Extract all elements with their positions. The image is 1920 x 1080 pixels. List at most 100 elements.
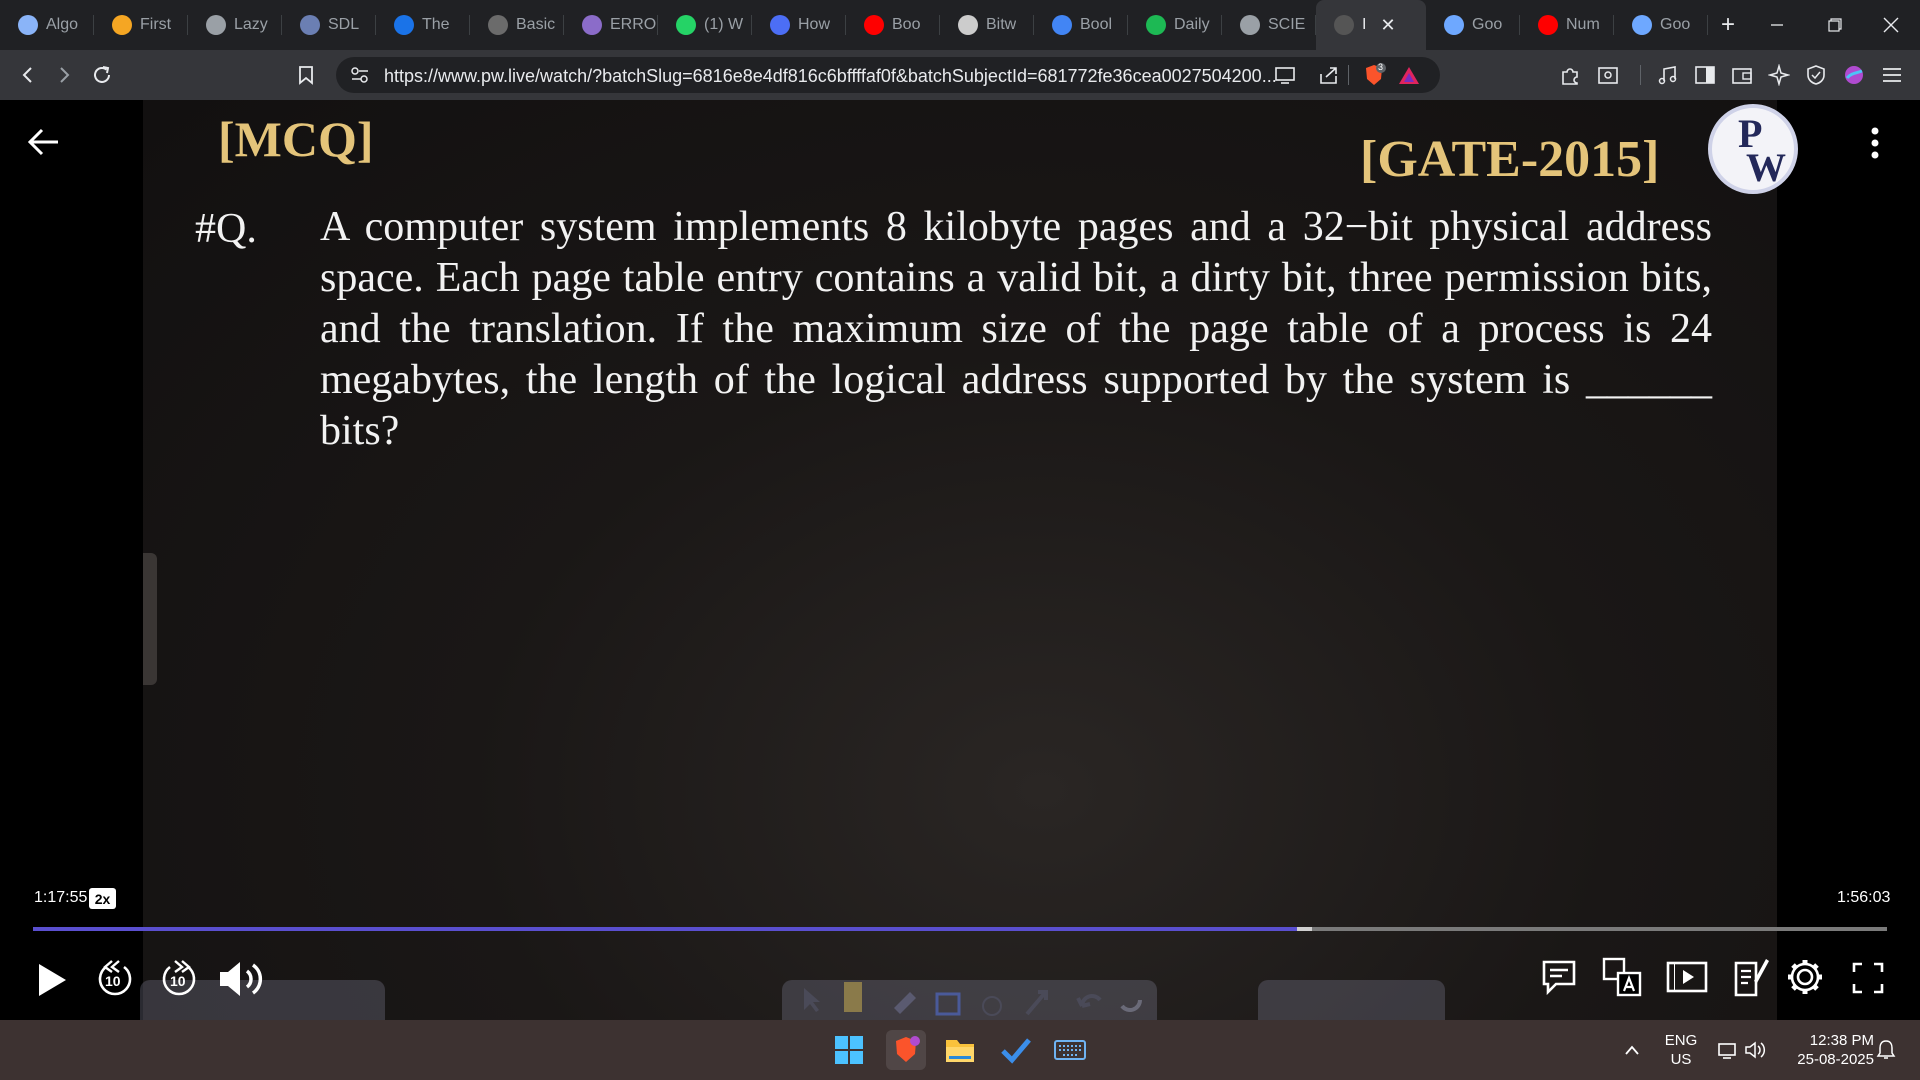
browser-tab[interactable]: How: [752, 0, 846, 50]
tab-label: Bitw: [986, 16, 1017, 33]
browser-tab[interactable]: I ✕: [1316, 0, 1426, 50]
browser-tab[interactable]: First: [94, 0, 188, 50]
cast-icon[interactable]: [1274, 65, 1296, 90]
pw-icon: [1334, 15, 1354, 35]
youtube-icon: [864, 15, 884, 35]
play-button[interactable]: [30, 958, 74, 1002]
browser-tab[interactable]: (1) W: [658, 0, 752, 50]
player-more-button[interactable]: [1870, 126, 1880, 160]
input-language[interactable]: ENG US: [1660, 1031, 1702, 1069]
slide-edge: [143, 553, 157, 685]
browser-tab[interactable]: Daily: [1128, 0, 1222, 50]
tab-label: Num: [1566, 16, 1600, 33]
browser-tab[interactable]: Basic: [470, 0, 564, 50]
brave-rewards-icon[interactable]: [1398, 65, 1420, 90]
clock-time: 12:38 PM: [1809, 1032, 1874, 1049]
menu-icon[interactable]: [1880, 63, 1904, 87]
browser-tab[interactable]: Num: [1520, 0, 1614, 50]
browser-tab[interactable]: SDL: [282, 0, 376, 50]
notes-icon: [1734, 959, 1769, 997]
forward-button[interactable]: 10: [156, 956, 202, 1002]
whiteboard-tools-icon: [804, 982, 1142, 1016]
browser-tab[interactable]: Lazy: [188, 0, 282, 50]
bitwise-icon: [958, 15, 978, 35]
close-tab-icon[interactable]: ✕: [1380, 15, 1395, 36]
start-button[interactable]: [829, 1030, 869, 1070]
back-button[interactable]: [14, 61, 42, 89]
sidebar-icon[interactable]: [1693, 63, 1717, 87]
browser-toolbar: https://www.pw.live/watch/?batchSlug=681…: [0, 50, 1920, 100]
reload-button[interactable]: [88, 61, 116, 89]
question-number: #Q.: [195, 206, 257, 252]
forward-button[interactable]: [50, 61, 78, 89]
browser-tab[interactable]: Goo: [1426, 0, 1520, 50]
rewind-button[interactable]: 10: [92, 956, 138, 1002]
language-code: ENG: [1664, 1032, 1698, 1049]
rewind-seconds: 10: [105, 973, 121, 989]
restore-button[interactable]: [1806, 0, 1864, 50]
browser-tab[interactable]: The: [376, 0, 470, 50]
vpn-icon[interactable]: [1804, 63, 1828, 87]
chevron-up-icon: [1625, 1045, 1639, 1055]
brave-shields-icon[interactable]: 3: [1361, 62, 1387, 93]
pip-icon: [1666, 961, 1708, 993]
playback-speed[interactable]: 2x: [89, 888, 116, 909]
whiteboard-toolbar-right: [1258, 980, 1445, 1020]
video-player[interactable]: [MCQ] [GATE-2015] P W #Q. A computer sys…: [0, 100, 1920, 1020]
volume-icon: [220, 962, 263, 996]
notifications-icon[interactable]: [1866, 1030, 1906, 1070]
browser-tab[interactable]: Algo: [0, 0, 94, 50]
clock-date: 25-08-2025: [1797, 1051, 1874, 1068]
browser-tab[interactable]: SCIE: [1222, 0, 1316, 50]
reload-icon: [94, 66, 110, 83]
settings-button[interactable]: [1784, 956, 1826, 998]
browser-tab[interactable]: Bitw: [940, 0, 1034, 50]
globe-icon: [18, 15, 38, 35]
browser-tab[interactable]: Boo: [846, 0, 940, 50]
browser-tab[interactable]: ERRO: [564, 0, 658, 50]
profile-icon[interactable]: [1842, 63, 1866, 87]
close-window-button[interactable]: [1862, 0, 1920, 50]
reader-mode-icon[interactable]: [1596, 63, 1620, 87]
wallet-icon[interactable]: [1730, 63, 1754, 87]
comments-button[interactable]: [1538, 956, 1580, 998]
translate-button[interactable]: [1601, 956, 1643, 998]
volume-button[interactable]: [218, 956, 266, 1002]
lecture-slide: [MCQ] [GATE-2015] P W #Q. A computer sys…: [143, 100, 1798, 1020]
taskbar-file-explorer[interactable]: [940, 1030, 980, 1070]
new-tab-button[interactable]: +: [1708, 0, 1748, 50]
arrow-left-icon: [27, 128, 58, 156]
minimize-button[interactable]: [1748, 0, 1806, 50]
extensions-icon[interactable]: [1558, 63, 1582, 87]
taskbar-brave[interactable]: [886, 1030, 926, 1070]
google-icon: [1052, 15, 1072, 35]
bookmark-button[interactable]: [292, 61, 320, 89]
player-back-button[interactable]: [24, 122, 64, 162]
taskbar-touch-keyboard[interactable]: [1050, 1030, 1090, 1070]
address-bar[interactable]: https://www.pw.live/watch/?batchSlug=681…: [336, 57, 1440, 93]
speaker-icon[interactable]: [1736, 1030, 1776, 1070]
browser-tab[interactable]: Bool: [1034, 0, 1128, 50]
share-icon[interactable]: [1318, 65, 1340, 90]
gemini-icon: [1632, 15, 1652, 35]
tab-label: Algo: [46, 16, 79, 33]
tab-label: Basic: [516, 16, 556, 33]
media-icon[interactable]: [1656, 63, 1680, 87]
leo-ai-icon[interactable]: [1767, 63, 1791, 87]
whiteboard-toolbar-center: [782, 980, 1157, 1020]
notes-button[interactable]: [1730, 954, 1772, 998]
globe-icon: [1240, 15, 1260, 35]
taskbar-todo[interactable]: [996, 1030, 1036, 1070]
gemini-icon: [1444, 15, 1464, 35]
divider: [1348, 65, 1349, 85]
fullscreen-button[interactable]: [1848, 958, 1888, 998]
clock[interactable]: 12:38 PM 25-08-2025: [1780, 1031, 1874, 1069]
spotify-icon: [1146, 15, 1166, 35]
seek-bar[interactable]: [33, 927, 1887, 931]
site-settings-icon[interactable]: [350, 66, 370, 89]
browser-tab[interactable]: Goo: [1614, 0, 1708, 50]
play-icon: [39, 964, 66, 996]
show-hidden-icons[interactable]: [1612, 1030, 1652, 1070]
current-time: 1:17:55: [34, 889, 88, 906]
picture-in-picture-button[interactable]: [1665, 956, 1709, 998]
